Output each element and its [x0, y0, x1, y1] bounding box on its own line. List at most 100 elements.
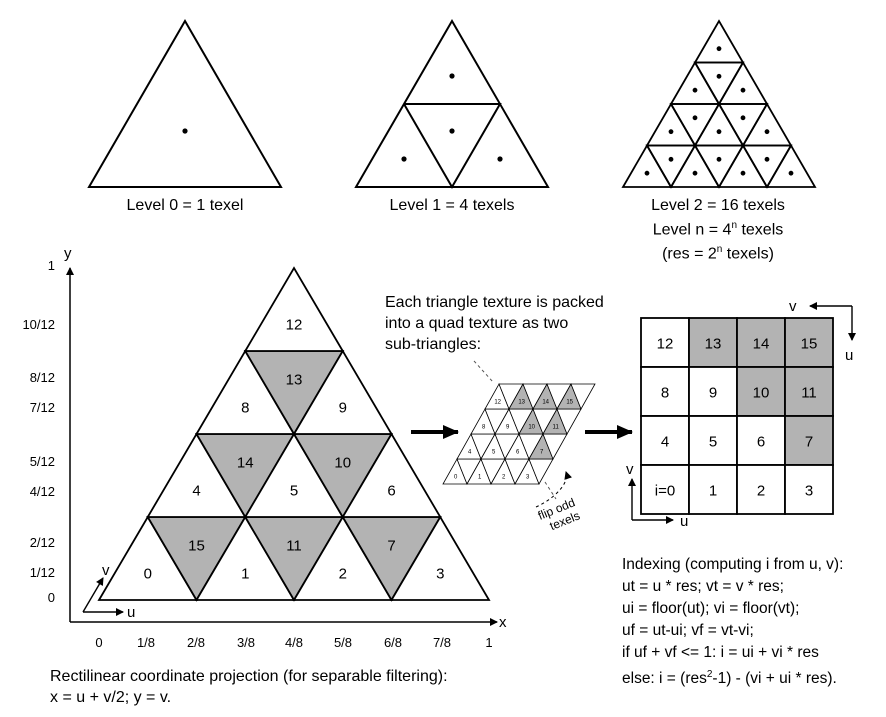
- texel-dot: [692, 87, 698, 93]
- dashed-guide-bottom: [544, 481, 557, 500]
- texel-index-label: 4: [192, 482, 200, 499]
- projection-caption: Rectilinear coordinate projection (for s…: [50, 666, 448, 708]
- projection-line-1: Rectilinear coordinate projection (for s…: [50, 668, 448, 685]
- texel-cell: [243, 266, 345, 352]
- texel-index-label: 5: [290, 482, 298, 499]
- texel-index-label: 2: [339, 565, 347, 582]
- level2-cell: [645, 144, 697, 189]
- level2-caption: Level 2 = 16 texels Level n = 4n texels …: [618, 196, 818, 265]
- quad-index-label: 15: [801, 336, 818, 353]
- y-tick-label: 2/12: [30, 535, 55, 550]
- level2-cell: [645, 102, 697, 147]
- level2-cell: [717, 60, 769, 105]
- quad-index-label: 8: [661, 385, 669, 402]
- y-tick-label: 8/12: [30, 370, 55, 385]
- quad-index-label: 13: [705, 336, 722, 353]
- x-tick-label: 1: [485, 635, 492, 650]
- packing-caption: Each triangle texture is packed into a q…: [385, 292, 604, 355]
- quad-index-label: 7: [805, 434, 813, 451]
- level1-triangle: [354, 19, 550, 189]
- texel-index-label: 13: [286, 372, 303, 389]
- indexing-line-1: ut = u * res; vt = v * res;: [622, 578, 784, 595]
- level2-cell: [717, 143, 769, 188]
- quad-bottom-u-label: u: [680, 513, 688, 530]
- texel-dot: [716, 129, 722, 135]
- level2-cell: [669, 103, 721, 148]
- packing-line-3: sub-triangles:: [385, 336, 482, 353]
- packed-index-label: 14: [542, 400, 549, 406]
- indexing-line-2: ui = floor(ut); vi = floor(vt);: [622, 600, 800, 617]
- level1-caption: Level 1 = 4 texels: [389, 197, 515, 214]
- quad-index-label: 2: [757, 483, 765, 500]
- packed-index-label: 10: [528, 425, 535, 431]
- texel-dot: [740, 170, 746, 176]
- texel-dot: [764, 156, 770, 162]
- level2-cell: [621, 143, 673, 188]
- x-tick-label: 1/8: [137, 635, 155, 650]
- y-tick-label: 1: [48, 258, 55, 273]
- texel-index-label: 6: [387, 482, 395, 499]
- level2-cell: [717, 103, 769, 148]
- level2-cell: [693, 102, 745, 147]
- indexing-block: Indexing (computing i from u, v): ut = u…: [622, 554, 843, 690]
- indexing-line-4: if uf + vf <= 1: i = ui + vi * res: [622, 644, 819, 661]
- dashed-guide-top: [473, 360, 494, 383]
- indexing-line-3: uf = ut-ui; vf = vt-vi;: [622, 622, 754, 639]
- y-tick-label: 0: [48, 590, 55, 605]
- packed-parallelogram: 0 1 2 34 5 6 78 9 10 1112 13 14 15: [442, 383, 596, 485]
- level2-cell: [693, 144, 745, 189]
- v-axis-label: v: [102, 562, 110, 579]
- x-tick-label: 7/8: [433, 635, 451, 650]
- texel-dot: [449, 128, 455, 134]
- texel-dot: [764, 129, 770, 135]
- texel-dot: [668, 129, 674, 135]
- texel-index-label: 11: [286, 538, 302, 555]
- u-axis-label: u: [127, 604, 135, 621]
- level2-triangle: [621, 19, 817, 189]
- quad-index-label: 14: [753, 336, 770, 353]
- texel-index-label: 12: [286, 316, 303, 333]
- packed-index-label: 15: [566, 400, 573, 406]
- level2-cell: [693, 61, 745, 106]
- res-line: (res = 2n texels): [662, 244, 774, 263]
- level0-caption: Level 0 = 1 texel: [126, 197, 244, 214]
- packed-index-label: 12: [494, 400, 501, 406]
- y-tick-label: 1/12: [30, 565, 55, 580]
- y-tick-labels: 1 10/12 8/12 7/12 5/12 4/12 2/12 1/12 0: [22, 258, 55, 605]
- indexing-line-5: else: i = (res2-1) - (vi + ui * res).: [622, 669, 837, 688]
- y-axis-label: y: [64, 245, 72, 262]
- packing-line-2: into a quad texture as two: [385, 315, 569, 332]
- level2-cell: [669, 60, 721, 105]
- quad-index-label: 9: [709, 385, 717, 402]
- texel-index-label: 3: [436, 565, 444, 582]
- quad-index-label: 4: [661, 434, 669, 451]
- x-tick-label: 6/8: [384, 635, 402, 650]
- texel-dot: [716, 156, 722, 162]
- x-tick-label: 2/8: [187, 635, 205, 650]
- leveln-line: Level n = 4n texels: [652, 220, 784, 239]
- level2-cell: [669, 143, 721, 188]
- x-tick-label: 0: [95, 635, 102, 650]
- texel-dot: [692, 170, 698, 176]
- projection-line-2: x = u + v/2; y = v.: [50, 689, 172, 706]
- level2-cell: [741, 102, 793, 147]
- texel-dot: [668, 156, 674, 162]
- texel-dot: [788, 170, 794, 176]
- texel-index-label: 9: [339, 399, 347, 416]
- y-tick-label: 7/12: [30, 400, 55, 415]
- level2-cell: [765, 143, 817, 188]
- texel-index-label: 8: [241, 399, 249, 416]
- x-axis-label: x: [499, 614, 507, 631]
- texel-dot: [740, 115, 746, 121]
- x-tick-label: 3/8: [237, 635, 255, 650]
- y-tick-label: 5/12: [30, 454, 55, 469]
- x-tick-labels: 0 1/8 2/8 3/8 4/8 5/8 6/8 7/8 1: [95, 635, 492, 650]
- texel-dot: [716, 46, 722, 52]
- texel-index-label: 14: [237, 455, 254, 472]
- y-tick-label: 4/12: [30, 484, 55, 499]
- y-tick-label: 10/12: [22, 317, 55, 332]
- level2-cell: [741, 144, 793, 189]
- packed-index-label: 11: [553, 425, 560, 431]
- texel-dot: [692, 115, 698, 121]
- texel-dot: [740, 87, 746, 93]
